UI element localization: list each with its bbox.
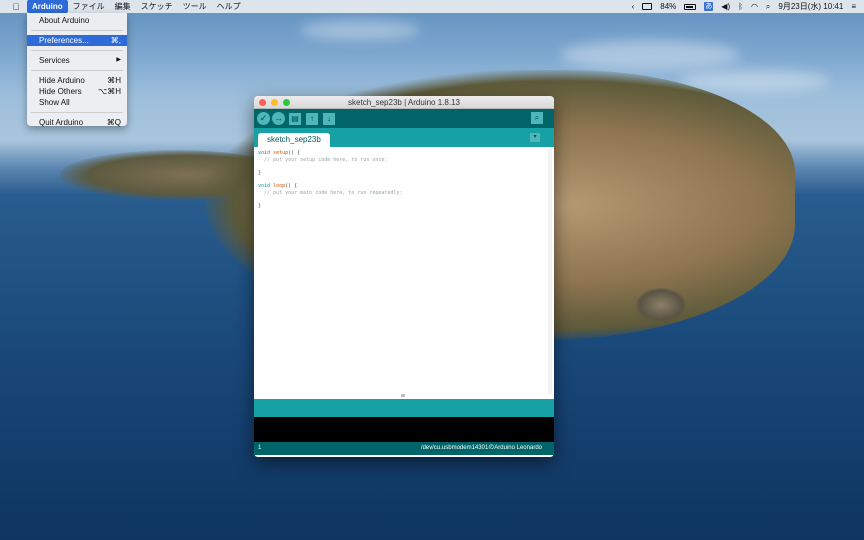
code-line: void setup() { <box>258 150 554 157</box>
menubar-clock[interactable]: 9月23日(水) 10:41 <box>778 1 843 12</box>
sea-rock <box>636 288 686 322</box>
submenu-arrow-icon: ▶ <box>116 57 121 63</box>
menu-item-hide-others-shortcut: ⌥⌘H <box>98 87 121 96</box>
menu-item-hide-label: Hide Arduino <box>39 76 85 85</box>
code-brace: } <box>258 202 262 209</box>
arduino-app-menu: About Arduino Preferences... ⌘, Services… <box>27 13 127 128</box>
menu-item-preferences-shortcut: ⌘, <box>110 36 121 45</box>
cloud <box>680 70 830 92</box>
verify-button[interactable]: ✓ <box>257 112 270 125</box>
code-comment: // put your main code here, to run repea… <box>258 189 403 196</box>
window-titlebar[interactable]: sketch_sep23b | Arduino 1.8.13 <box>254 96 554 109</box>
save-sketch-button[interactable]: ↓ <box>323 112 335 125</box>
wifi-icon[interactable]: ◠ <box>751 2 758 11</box>
input-method-icon[interactable]: あ <box>704 2 714 11</box>
open-sketch-button[interactable]: ↑ <box>306 112 318 125</box>
menu-item-about-label: About Arduino <box>39 16 90 25</box>
menu-separator <box>31 112 123 113</box>
console-output[interactable] <box>254 417 554 442</box>
menu-item-about[interactable]: About Arduino <box>27 15 127 26</box>
cloud <box>300 20 420 40</box>
menu-item-preferences[interactable]: Preferences... ⌘, <box>27 35 127 46</box>
battery-icon[interactable] <box>684 3 697 10</box>
code-text: () { <box>285 182 298 189</box>
line-number: 1 <box>258 445 262 451</box>
menu-edit[interactable]: 編集 <box>110 0 136 13</box>
bluetooth-icon[interactable]: ᛒ <box>738 2 743 11</box>
menu-item-quit[interactable]: Quit Arduino ⌘Q <box>27 117 127 128</box>
spotlight-search-icon[interactable]: ⌕ <box>766 2 770 12</box>
code-brace: } <box>258 169 262 176</box>
sketch-tab-bar: sketch_sep23b ▾ <box>254 128 554 147</box>
menu-item-hide-shortcut: ⌘H <box>107 76 121 85</box>
menu-app-arduino[interactable]: Arduino <box>27 0 68 13</box>
menu-item-services[interactable]: Services ▶ <box>27 55 127 66</box>
message-area <box>254 399 554 417</box>
control-list-icon[interactable]: ≡ <box>851 2 856 11</box>
code-line: void loop() { <box>258 183 554 190</box>
tab-sketch[interactable]: sketch_sep23b <box>258 133 330 147</box>
menu-item-preferences-label: Preferences... <box>39 36 89 45</box>
status-area: ‹ 84% あ ◀) ᛒ ◠ ⌕ 9月23日(水) 10:41 ≡ <box>632 0 856 13</box>
tab-menu-chevron-down-icon[interactable]: ▾ <box>530 133 540 142</box>
volume-icon[interactable]: ◀) <box>721 2 730 11</box>
ide-toolbar: ✓ → ▤ ↑ ↓ ⌕ <box>254 109 554 128</box>
menu-item-show-all[interactable]: Show All <box>27 97 127 108</box>
code-function: setup <box>273 150 289 156</box>
menu-item-hide[interactable]: Hide Arduino ⌘H <box>27 75 127 86</box>
battery-percent[interactable]: 84% <box>660 2 676 11</box>
menu-item-show-all-label: Show All <box>39 98 70 107</box>
menu-tools[interactable]: ツール <box>178 0 212 13</box>
code-text: () { <box>288 150 301 156</box>
serial-monitor-button[interactable]: ⌕ <box>531 112 543 124</box>
menu-bar:  Arduino ファイル 編集 スケッチ ツール ヘルプ ‹ 84% あ ◀… <box>0 0 864 13</box>
upload-button[interactable]: → <box>272 112 285 125</box>
menu-item-hide-others[interactable]: Hide Others ⌥⌘H <box>27 86 127 97</box>
cloud <box>560 40 740 70</box>
menu-item-quit-shortcut: ⌘Q <box>106 118 121 127</box>
chevron-left-icon[interactable]: ‹ <box>632 2 635 11</box>
resize-handle[interactable] <box>401 394 405 397</box>
menu-sketch[interactable]: スケッチ <box>136 0 178 13</box>
menu-item-quit-label: Quit Arduino <box>39 118 84 127</box>
keyboard-icon[interactable] <box>642 3 653 10</box>
ide-status-bar: 1 /dev/cu.usbmodem14301のArduino Leonardo <box>254 442 554 455</box>
new-sketch-button[interactable]: ▤ <box>289 112 301 125</box>
menu-help[interactable]: ヘルプ <box>212 0 246 13</box>
code-keyword: void <box>258 182 271 189</box>
editor-scrollbar[interactable] <box>548 149 552 394</box>
code-editor[interactable]: void setup() { // put your setup code he… <box>254 147 554 399</box>
window-title: sketch_sep23b | Arduino 1.8.13 <box>348 97 460 107</box>
menu-item-services-label: Services <box>39 56 70 65</box>
code-comment: // put your setup code here, to run once… <box>258 156 388 163</box>
menu-separator <box>31 70 123 71</box>
code-function: loop <box>273 182 286 189</box>
apple-logo-icon[interactable]:  <box>9 2 23 12</box>
code-keyword: void <box>258 150 271 156</box>
arduino-ide-window: sketch_sep23b | Arduino 1.8.13 ✓ → ▤ ↑ ↓… <box>254 96 554 457</box>
menu-file[interactable]: ファイル <box>68 0 110 13</box>
menu-separator <box>31 30 123 31</box>
menu-separator <box>31 50 123 51</box>
menu-item-hide-others-label: Hide Others <box>39 87 82 96</box>
board-port-info: /dev/cu.usbmodem14301のArduino Leonardo <box>420 445 542 451</box>
